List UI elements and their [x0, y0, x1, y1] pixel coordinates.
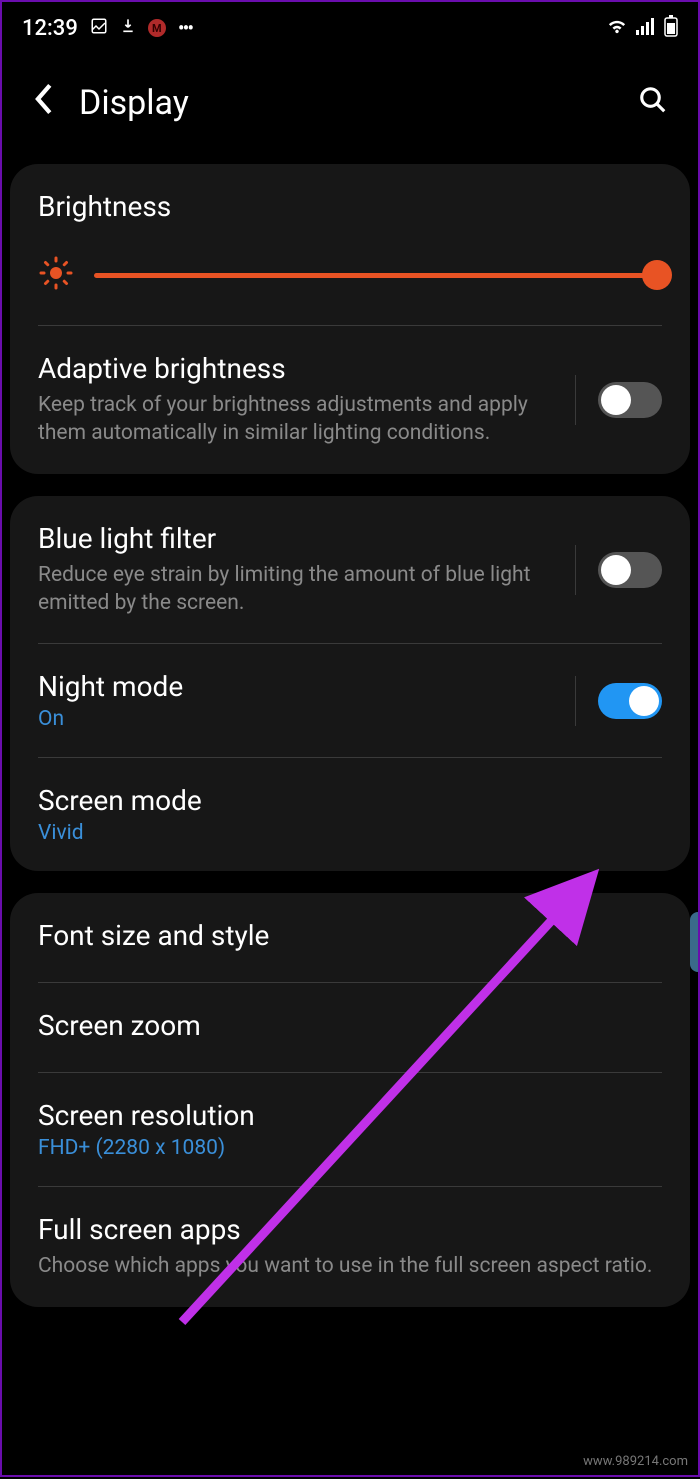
brightness-card: Brightness Adaptive brightness Keep trac…	[10, 164, 690, 474]
app-badge-icon: M	[148, 19, 166, 37]
brightness-slider-row[interactable]	[10, 235, 690, 325]
screen-mode-row[interactable]: Screen mode Vivid	[10, 758, 690, 871]
night-mode-toggle[interactable]	[598, 683, 662, 719]
status-bar: 12:39 M •••	[2, 2, 698, 52]
full-screen-apps-row[interactable]: Full screen apps Choose which apps you w…	[10, 1187, 690, 1306]
screen-resolution-value: FHD+ (2280 x 1080)	[38, 1136, 662, 1160]
adaptive-brightness-row[interactable]: Adaptive brightness Keep track of your b…	[10, 326, 690, 474]
blue-light-desc: Reduce eye strain by limiting the amount…	[38, 561, 555, 618]
search-button[interactable]	[638, 85, 668, 122]
screen-settings-card: Font size and style Screen zoom Screen r…	[10, 893, 690, 1306]
status-time: 12:39	[22, 16, 78, 41]
screen-resolution-row[interactable]: Screen resolution FHD+ (2280 x 1080)	[10, 1073, 690, 1186]
toggle-divider	[575, 545, 576, 595]
wifi-icon	[606, 17, 628, 39]
screen-mode-title: Screen mode	[38, 784, 662, 817]
brightness-title: Brightness	[38, 190, 662, 223]
more-notifications-icon: •••	[178, 16, 192, 40]
screen-zoom-row[interactable]: Screen zoom	[10, 983, 690, 1072]
screen-zoom-title: Screen zoom	[38, 1009, 662, 1042]
screen-resolution-title: Screen resolution	[38, 1099, 662, 1132]
brightness-section: Brightness	[10, 164, 690, 235]
toggle-divider	[575, 676, 576, 726]
adaptive-brightness-title: Adaptive brightness	[38, 352, 555, 385]
sun-icon	[38, 255, 74, 295]
edge-panel-handle[interactable]	[690, 912, 698, 972]
full-screen-apps-title: Full screen apps	[38, 1213, 662, 1246]
battery-icon	[664, 15, 678, 41]
display-modes-card: Blue light filter Reduce eye strain by l…	[10, 496, 690, 872]
night-mode-title: Night mode	[38, 670, 555, 703]
toggle-divider	[575, 375, 576, 425]
brightness-slider[interactable]	[94, 273, 662, 278]
status-bar-right	[606, 15, 678, 41]
blue-light-toggle[interactable]	[598, 552, 662, 588]
download-icon	[120, 17, 136, 40]
night-mode-row[interactable]: Night mode On	[10, 644, 690, 757]
font-size-title: Font size and style	[38, 919, 662, 952]
blue-light-title: Blue light filter	[38, 522, 555, 555]
page-title: Display	[79, 83, 638, 123]
watermark: www.989214.com	[583, 1454, 688, 1469]
screen-mode-value: Vivid	[38, 821, 662, 845]
adaptive-brightness-toggle[interactable]	[598, 382, 662, 418]
back-button[interactable]	[32, 82, 54, 124]
blue-light-filter-row[interactable]: Blue light filter Reduce eye strain by l…	[10, 496, 690, 644]
font-size-row[interactable]: Font size and style	[10, 893, 690, 982]
image-icon	[90, 17, 108, 40]
night-mode-value: On	[38, 707, 555, 731]
brightness-slider-thumb[interactable]	[642, 260, 672, 290]
adaptive-brightness-desc: Keep track of your brightness adjustment…	[38, 391, 555, 448]
full-screen-apps-desc: Choose which apps you want to use in the…	[38, 1252, 662, 1280]
status-bar-left: 12:39 M •••	[22, 16, 192, 41]
header: Display	[2, 52, 698, 164]
signal-icon	[636, 17, 656, 39]
